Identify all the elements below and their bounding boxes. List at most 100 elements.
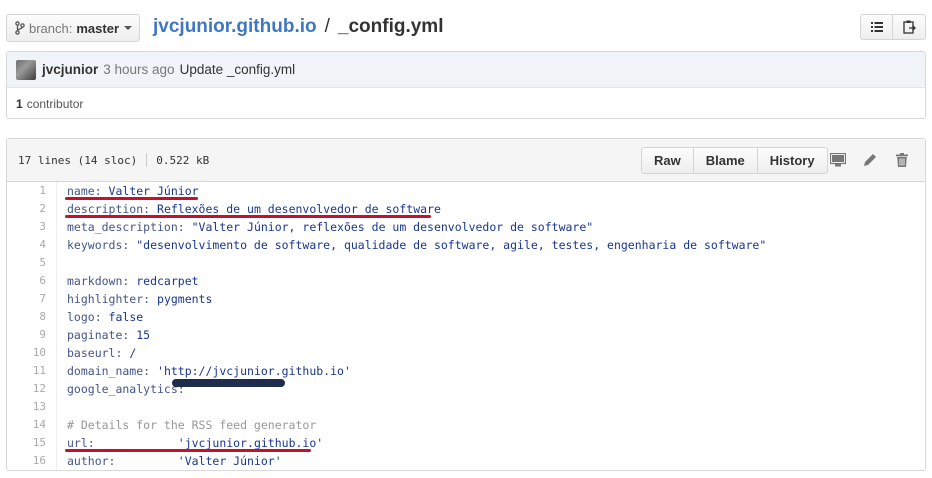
annotation-underline	[65, 449, 311, 452]
line-number[interactable]: 16	[7, 452, 57, 470]
yaml-key: author:	[67, 454, 116, 468]
annotation-underline	[65, 197, 198, 200]
line-number[interactable]: 15	[7, 434, 57, 452]
code-line: 6 markdown: redcarpet	[7, 272, 925, 290]
yaml-key: meta_description:	[67, 220, 185, 234]
line-content: google_analytics:	[57, 380, 185, 398]
history-button[interactable]: History	[757, 147, 828, 174]
line-content: author: 'Valter Júnior'	[57, 452, 282, 470]
branch-selector-button[interactable]: branch: master	[6, 14, 140, 42]
contributors-label: contributor	[26, 96, 84, 111]
file-tools	[829, 151, 911, 169]
file-navigation: branch: master jvcjunior.github.io / _co…	[6, 12, 926, 42]
divider	[146, 153, 148, 167]
yaml-value: "desenvolvimento de software, qualidade …	[129, 238, 767, 252]
yaml-key: name:	[67, 184, 102, 198]
code-line: 10 baseurl: /	[7, 344, 925, 362]
yaml-key: baseurl:	[67, 346, 123, 360]
code-line: 13	[7, 398, 925, 416]
code-line: 3 meta_description: "Valter Júnior, refle…	[7, 218, 925, 236]
line-content: baseurl: /	[57, 344, 136, 362]
yaml-key: highlighter:	[67, 292, 151, 306]
yaml-value: /	[122, 346, 137, 360]
raw-button[interactable]: Raw	[641, 147, 694, 174]
commit-time: 3 hours ago	[103, 62, 175, 77]
code-comment: # Details for the RSS feed generator	[67, 418, 317, 432]
commit-author[interactable]: jvcjunior	[42, 62, 98, 77]
yaml-value: Reflexões de um desenvolvedor de softwar…	[150, 202, 441, 216]
yaml-value: 15	[129, 328, 151, 342]
line-number[interactable]: 12	[7, 380, 57, 398]
line-content: meta_description: "Valter Júnior, reflex…	[57, 218, 593, 236]
clipboard-icon	[902, 20, 916, 34]
yaml-key: domain_name:	[67, 364, 151, 378]
repo-link[interactable]: jvcjunior.github.io	[153, 16, 317, 38]
yaml-key: keywords:	[67, 238, 130, 252]
branch-icon	[15, 21, 25, 35]
line-number[interactable]: 6	[7, 272, 57, 290]
file-info: 17 lines (14 sloc) 0.522 kB	[18, 153, 209, 167]
yaml-value: redcarpet	[129, 274, 199, 288]
file-viewer: 17 lines (14 sloc) 0.522 kB Raw Blame Hi…	[6, 138, 926, 471]
yaml-value: "Valter Júnior, reflexões de um desenvol…	[184, 220, 594, 234]
branch-name: master	[76, 20, 120, 36]
file-name: _config.yml	[337, 16, 444, 37]
line-number[interactable]: 8	[7, 308, 57, 326]
desktop-icon[interactable]	[829, 151, 847, 169]
pencil-icon[interactable]	[861, 151, 879, 169]
copy-path-button[interactable]	[893, 14, 926, 40]
yaml-value: 'http://jvcjunior.github.io'	[150, 364, 351, 378]
line-number[interactable]: 1	[7, 182, 57, 200]
file-size: 0.522 kB	[156, 153, 210, 167]
yaml-key: markdown:	[67, 274, 130, 288]
line-content: # Details for the RSS feed generator	[57, 416, 316, 434]
code-body: 1 name: Valter Júnior 2 description: Reflex…	[7, 182, 925, 470]
line-content: paginate: 15	[57, 326, 150, 344]
code-line: 12 google_analytics:	[7, 380, 925, 398]
code-line: 9 paginate: 15	[7, 326, 925, 344]
yaml-key: logo:	[67, 310, 102, 324]
contributors[interactable]: 1 contributor	[7, 88, 925, 118]
trash-icon[interactable]	[893, 151, 911, 169]
line-number[interactable]: 2	[7, 200, 57, 218]
file-header: 17 lines (14 sloc) 0.522 kB Raw Blame Hi…	[7, 139, 925, 182]
line-number[interactable]: 11	[7, 362, 57, 380]
yaml-key: url:	[67, 436, 95, 450]
code-line: 4 keywords: "desenvolvimento de software,…	[7, 236, 925, 254]
code-line: 8 logo: false	[7, 308, 925, 326]
list-icon	[870, 22, 883, 32]
line-number[interactable]: 7	[7, 290, 57, 308]
avatar[interactable]	[16, 59, 36, 80]
line-number[interactable]: 13	[7, 398, 57, 416]
latest-commit: jvcjunior 3 hours ago Update _config.yml	[7, 52, 925, 88]
line-content: markdown: redcarpet	[57, 272, 199, 290]
file-view-buttons	[860, 14, 926, 40]
line-count: 17 lines (14 sloc)	[18, 153, 138, 167]
line-number[interactable]: 10	[7, 344, 57, 362]
line-number[interactable]: 14	[7, 416, 57, 434]
line-content: highlighter: pygments	[57, 290, 212, 308]
blame-button[interactable]: Blame	[693, 147, 758, 174]
line-number[interactable]: 4	[7, 236, 57, 254]
code-line: 7 highlighter: pygments	[7, 290, 925, 308]
redaction-scribble	[172, 379, 285, 387]
contributors-count: 1	[16, 96, 23, 111]
line-number[interactable]: 3	[7, 218, 57, 236]
code-line: 14 # Details for the RSS feed generator	[7, 416, 925, 434]
yaml-key: google_analytics:	[67, 382, 185, 396]
list-button[interactable]	[860, 14, 893, 40]
code-line: 16 author: 'Valter Júnior'	[7, 452, 925, 470]
line-content: logo: false	[57, 308, 143, 326]
yaml-value: Valter Júnior	[101, 184, 199, 198]
code-line: 5	[7, 254, 925, 272]
line-content: keywords: "desenvolvimento de software, …	[57, 236, 766, 254]
yaml-key: paginate:	[67, 328, 130, 342]
commit-message[interactable]: Update _config.yml	[180, 62, 296, 77]
line-number[interactable]: 9	[7, 326, 57, 344]
line-content: domain_name: 'http://jvcjunior.github.io…	[57, 362, 351, 380]
code-line: 11 domain_name: 'http://jvcjunior.github.…	[7, 362, 925, 380]
line-number[interactable]: 5	[7, 254, 57, 272]
yaml-value: 'jvcjunior.github.io'	[94, 436, 324, 450]
breadcrumb: jvcjunior.github.io / _config.yml	[153, 16, 443, 38]
breadcrumb-separator: /	[324, 16, 330, 37]
